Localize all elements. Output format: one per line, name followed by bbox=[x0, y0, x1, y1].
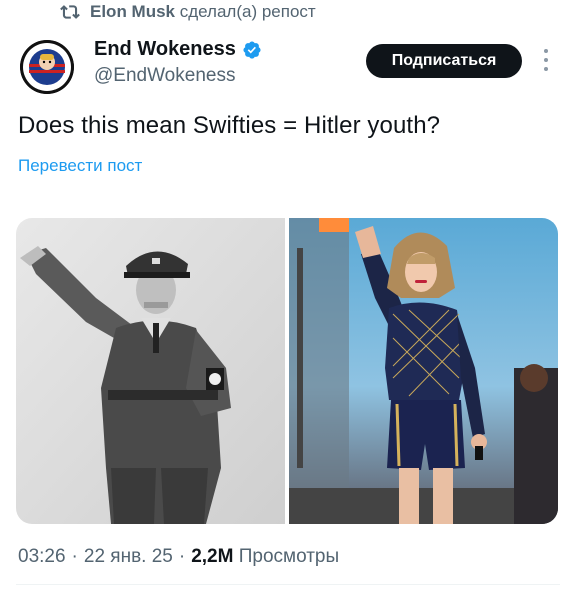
meta-separator: · bbox=[71, 546, 78, 567]
views-count[interactable]: 2,2M bbox=[191, 546, 233, 567]
repost-user[interactable]: Elon Musk bbox=[90, 2, 175, 21]
repost-text: сделал(а) репост bbox=[179, 2, 316, 21]
media-grid[interactable] bbox=[16, 218, 558, 524]
tweet-meta: 03:26 · 22 янв. 25 · 2,2M Просмотры bbox=[18, 546, 339, 568]
follow-button[interactable]: Подписаться bbox=[366, 44, 522, 78]
author-block[interactable]: End Wokeness @EndWokeness bbox=[94, 38, 262, 87]
views-label: Просмотры bbox=[238, 546, 340, 567]
photo-right[interactable] bbox=[289, 218, 558, 524]
author-handle[interactable]: @EndWokeness bbox=[94, 65, 262, 87]
photo-left[interactable] bbox=[16, 218, 285, 524]
repost-icon bbox=[60, 2, 80, 22]
divider bbox=[16, 584, 560, 585]
author-display-name[interactable]: End Wokeness bbox=[94, 38, 236, 61]
tweet-text: Does this mean Swifties = Hitler youth? bbox=[18, 112, 441, 139]
avatar[interactable] bbox=[20, 40, 74, 94]
verified-badge-icon bbox=[242, 40, 262, 60]
translate-link[interactable]: Перевести пост bbox=[18, 156, 142, 176]
tweet-time[interactable]: 03:26 bbox=[18, 546, 66, 568]
repost-header[interactable]: Elon Musk сделал(а) репост bbox=[60, 2, 316, 22]
meta-separator: · bbox=[178, 546, 186, 567]
more-options-icon[interactable] bbox=[538, 46, 554, 74]
tweet-date[interactable]: 22 янв. 25 bbox=[84, 546, 173, 568]
